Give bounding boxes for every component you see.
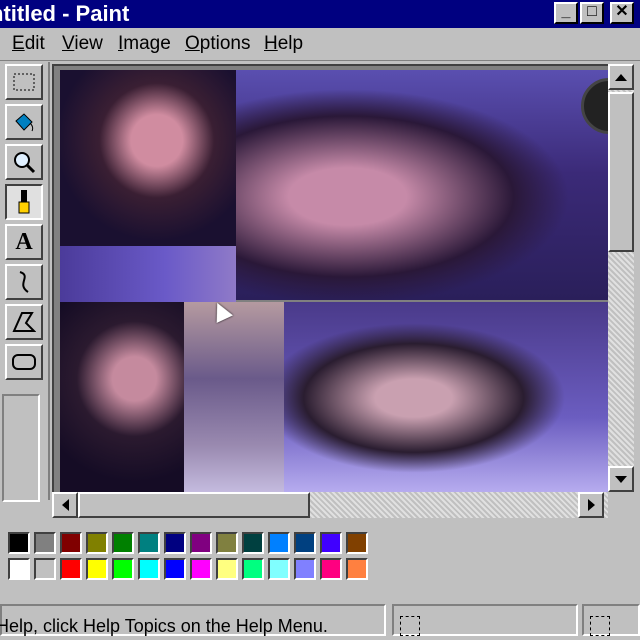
collage-photo (60, 246, 236, 302)
toolbox: A (0, 62, 50, 502)
horizontal-scroll-thumb[interactable] (78, 492, 310, 518)
horizontal-scrollbar[interactable] (52, 492, 608, 518)
scroll-right-button[interactable] (578, 492, 604, 518)
menu-options[interactable]: Options (185, 33, 250, 55)
arrow-left-icon (61, 499, 69, 511)
color-swatch[interactable] (242, 558, 264, 580)
title-bar[interactable]: ntitled - Paint _ □ ✕ (0, 0, 640, 28)
tool-magnifier[interactable] (5, 144, 43, 180)
minimize-icon: _ (561, 3, 571, 20)
select-rectangle-icon (13, 73, 35, 91)
scroll-up-button[interactable] (608, 64, 634, 90)
status-coordinates-pane (392, 604, 578, 636)
text-icon: A (15, 228, 33, 255)
color-swatch[interactable] (216, 532, 238, 554)
color-swatch[interactable] (34, 532, 56, 554)
color-swatch[interactable] (86, 532, 108, 554)
fill-bucket-icon (15, 113, 34, 132)
wall-clock (581, 78, 608, 134)
color-swatch[interactable] (268, 558, 290, 580)
status-size-pane (582, 604, 640, 636)
collage-photo (184, 302, 284, 492)
selection-size-icon (590, 616, 610, 636)
tool-fill[interactable] (5, 104, 43, 140)
color-swatch[interactable] (8, 558, 30, 580)
color-swatch[interactable] (320, 558, 342, 580)
tool-rounded-rect[interactable] (5, 344, 43, 380)
maximize-button[interactable]: □ (580, 2, 604, 24)
color-swatch[interactable] (164, 532, 186, 554)
status-bar: Help, click Help Topics on the Help Menu… (0, 600, 640, 640)
color-swatch[interactable] (242, 532, 264, 554)
color-swatch[interactable] (164, 558, 186, 580)
color-swatch[interactable] (8, 532, 30, 554)
menu-view[interactable]: View (62, 33, 103, 55)
close-button[interactable]: ✕ (610, 2, 634, 24)
tool-options-box[interactable] (2, 394, 40, 502)
color-swatch[interactable] (320, 532, 342, 554)
arrow-right-icon (587, 499, 595, 511)
menu-bar: Edit View Image Options Help (0, 28, 640, 61)
status-help-text: Help, click Help Topics on the Help Menu… (0, 616, 328, 636)
tool-brush[interactable] (5, 184, 43, 220)
scroll-down-button[interactable] (608, 466, 634, 492)
minimize-button[interactable]: _ (554, 2, 578, 24)
polygon-icon (12, 312, 36, 332)
tool-select[interactable] (5, 64, 43, 100)
color-swatch[interactable] (294, 532, 316, 554)
color-swatch[interactable] (190, 532, 212, 554)
scroll-left-button[interactable] (52, 492, 78, 518)
color-swatch[interactable] (86, 558, 108, 580)
color-swatch[interactable] (138, 558, 160, 580)
color-palette (0, 528, 380, 584)
collage-photo (60, 302, 184, 492)
window-title: ntitled - Paint (0, 1, 130, 26)
rounded-rectangle-icon (12, 354, 36, 370)
color-swatch[interactable] (112, 558, 134, 580)
vertical-scroll-thumb[interactable] (608, 92, 634, 252)
tool-polygon[interactable] (5, 304, 43, 340)
color-swatch[interactable] (268, 532, 290, 554)
close-icon: ✕ (615, 3, 629, 20)
arrow-up-icon (615, 73, 627, 81)
collage-photo (60, 70, 236, 246)
color-swatch[interactable] (138, 532, 160, 554)
status-message-pane: Help, click Help Topics on the Help Menu… (0, 604, 386, 636)
color-swatch[interactable] (216, 558, 238, 580)
color-swatch[interactable] (294, 558, 316, 580)
curve-icon (19, 271, 29, 293)
color-swatch[interactable] (60, 532, 82, 554)
color-swatch[interactable] (34, 558, 56, 580)
color-swatch[interactable] (346, 558, 368, 580)
menu-edit[interactable]: Edit (12, 33, 45, 55)
tool-text[interactable]: A (5, 224, 43, 260)
menu-image[interactable]: Image (118, 33, 171, 55)
brush-icon (18, 190, 30, 214)
vertical-scrollbar[interactable] (608, 64, 634, 492)
color-swatch[interactable] (60, 558, 82, 580)
color-swatch[interactable] (346, 532, 368, 554)
color-swatch[interactable] (190, 558, 212, 580)
magnifier-icon (14, 152, 36, 174)
collage-photo (236, 70, 608, 300)
collage-photo (284, 302, 608, 492)
arrow-down-icon (615, 475, 627, 483)
color-swatch[interactable] (112, 532, 134, 554)
maximize-icon: □ (587, 3, 597, 20)
canvas[interactable] (52, 64, 608, 492)
tool-curve[interactable] (5, 264, 43, 300)
menu-help[interactable]: Help (264, 33, 303, 55)
cursor-position-icon (400, 616, 420, 636)
